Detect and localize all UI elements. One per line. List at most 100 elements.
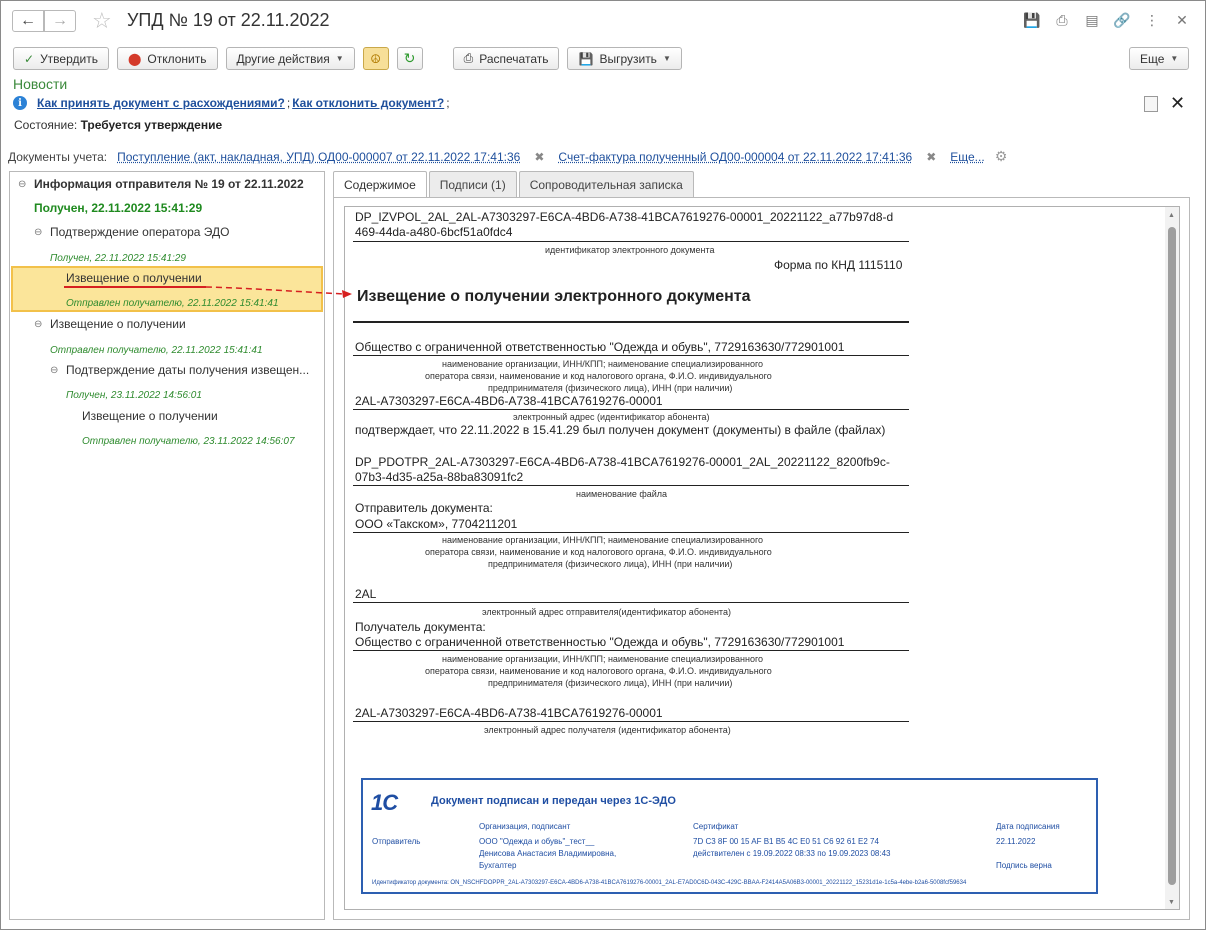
print-icon[interactable]: ⎙ — [1050, 10, 1074, 30]
document-title: УПД № 19 от 22.11.2022 — [127, 10, 330, 30]
divider — [353, 241, 909, 242]
tree-node[interactable]: ⊖ Информация отправителя № 19 от 22.11.2… — [18, 177, 304, 191]
reject-icon: ⬤ — [127, 51, 142, 66]
reject-button[interactable]: ⬤ Отклонить — [116, 47, 218, 70]
tree-node[interactable]: ⊖ Подтверждение оператора ЭДО — [34, 225, 230, 239]
menu-dots-icon[interactable]: ⋮ — [1140, 10, 1164, 30]
printer-icon: ⎙ — [463, 51, 474, 65]
stamp-cert-serial: 7D C3 8F 00 15 AF B1 B5 4C E0 51 C6 92 6… — [693, 837, 879, 846]
tab-signatures[interactable]: Подписи (1) — [428, 171, 517, 197]
field-caption: электронный адрес (идентификатор абонент… — [513, 412, 710, 422]
scroll-thumb[interactable] — [1168, 227, 1176, 885]
stamp-cert-validity: действителен с 19.09.2022 08:33 по 19.09… — [693, 849, 891, 858]
confirmation-text: подтверждает, что 22.11.2022 в 15.41.29 … — [355, 423, 886, 437]
back-arrow-icon[interactable]: ← — [12, 10, 44, 32]
file-name: DP_PDOTPR_2AL-A7303297-E6CA-4BD6-A738-41… — [355, 455, 890, 469]
gear-icon[interactable]: ⚙ — [995, 148, 1008, 165]
divider — [353, 602, 909, 603]
tree-node[interactable]: ⊖ Извещение о получении — [34, 317, 186, 331]
field-caption: оператора связи, наименование и код нало… — [425, 547, 772, 557]
info-actions: ✕ — [1144, 93, 1185, 114]
stamp-col-header: Организация, подписант — [479, 822, 571, 831]
document-scrollbar[interactable]: ▲ ▼ — [1165, 207, 1179, 909]
stamp-signer: Денисова Анастасия Владимировна, — [479, 849, 617, 858]
collapse-toggle-icon[interactable]: ⊖ — [50, 365, 58, 376]
stamp-col-header: Дата подписания — [996, 822, 1060, 831]
preview-icon[interactable]: ▤ — [1080, 10, 1104, 30]
tab-content[interactable]: Содержимое — [333, 171, 427, 198]
field-caption: предпринимателя (физического лица), ИНН … — [488, 678, 733, 688]
field-caption: идентификатор электронного документа — [545, 245, 715, 255]
tree-node-status: Отправлен получателю, 22.11.2022 15:41:4… — [50, 345, 263, 356]
field-caption: электронный адрес отправителя(идентифика… — [482, 607, 731, 617]
content-panel: DP_IZVPOL_2AL_2AL-A7303297-E6CA-4BD6-A73… — [333, 197, 1190, 920]
stamp-org: ООО "Одежда и обувь"_тест__ — [479, 837, 595, 846]
1c-logo: 1С — [371, 790, 398, 815]
accounting-doc-receipt-link[interactable]: Поступление (акт, накладная, УПД) ОД00-0… — [117, 150, 520, 164]
export-button[interactable]: 💾 Выгрузить ▼ — [567, 47, 682, 70]
stamp-sig-status: Подпись верна — [996, 861, 1052, 870]
favorite-star-icon[interactable]: ☆ — [92, 8, 112, 34]
refresh-button[interactable]: ↻ — [396, 47, 423, 70]
structure-button[interactable]: ☮ — [362, 47, 389, 70]
divider — [353, 721, 909, 722]
divider — [353, 532, 909, 533]
tree-node-status: Получен, 23.11.2022 14:56:01 — [66, 390, 202, 401]
approve-button[interactable]: ✓ Утвердить — [13, 47, 109, 70]
sender-label: Отправитель документа: — [355, 501, 493, 515]
remove-doc-icon[interactable]: ✖ — [534, 150, 544, 164]
title-actions: 💾 ⎙ ▤ 🔗 ⋮ ✕ — [1020, 10, 1194, 30]
accounting-docs-more-link[interactable]: Еще... — [950, 150, 984, 164]
electronic-address: 2AL-A7303297-E6CA-4BD6-A738-41BCA7619276… — [355, 394, 663, 408]
field-caption: оператора связи, наименование и код нало… — [425, 666, 772, 676]
doc-id-line: DP_IZVPOL_2AL_2AL-A7303297-E6CA-4BD6-A73… — [355, 210, 894, 224]
chevron-down-icon: ▼ — [662, 54, 671, 63]
content-tabs: Содержимое Подписи (1) Сопроводительная … — [333, 171, 696, 198]
stamp-sign-date: 22.11.2022 — [996, 837, 1036, 846]
remove-doc-icon[interactable]: ✖ — [926, 150, 936, 164]
news-link[interactable]: Новости — [13, 76, 67, 92]
file-name: 07b3-4d35-a25a-88ba83091fc2 — [355, 470, 524, 484]
collapse-toggle-icon[interactable]: ⊖ — [18, 179, 26, 190]
stamp-doc-id: Идентификатор документа: ON_NSCHFDOPPR_2… — [372, 880, 967, 886]
help-link-accept-discrepancy[interactable]: Как принять документ с расхождениями? — [37, 96, 285, 110]
forward-arrow-icon[interactable]: → — [44, 10, 76, 32]
form-code: Форма по КНД 1115110 — [774, 258, 903, 272]
save-icon[interactable]: 💾 — [1020, 10, 1044, 30]
accounting-doc-invoice-link[interactable]: Счет-фактура полученный ОД00-000004 от 2… — [558, 150, 912, 164]
tree-node[interactable]: Извещение о получении — [82, 409, 218, 423]
more-button[interactable]: Еще ▼ — [1129, 47, 1190, 70]
document-icon[interactable] — [1144, 95, 1158, 112]
doc-id-line: 469-44da-a480-6bcf51a0fdc4 — [355, 225, 513, 239]
recipient-address: 2AL-A7303297-E6CA-4BD6-A738-41BCA7619276… — [355, 706, 663, 720]
refresh-icon: ↻ — [403, 50, 416, 66]
chevron-down-icon: ▼ — [335, 54, 344, 63]
tab-cover-note[interactable]: Сопроводительная записка — [518, 171, 694, 197]
close-icon[interactable]: ✕ — [1170, 10, 1194, 30]
stamp-title: Документ подписан и передан через 1С-ЭДО — [431, 795, 676, 807]
sender: ООО «Такском», 7704211201 — [355, 517, 518, 531]
recipient-label: Получатель документа: — [355, 620, 486, 634]
print-button[interactable]: ⎙ Распечатать — [452, 47, 560, 70]
collapse-toggle-icon[interactable]: ⊖ — [34, 319, 42, 330]
link-icon[interactable]: 🔗 — [1110, 10, 1134, 30]
organization: Общество с ограниченной ответственностью… — [355, 340, 845, 354]
divider — [353, 321, 909, 323]
tree-node-selected[interactable]: Извещение о получении — [66, 271, 202, 285]
other-actions-button[interactable]: Другие действия ▼ — [225, 47, 355, 70]
recipient: Общество с ограниченной ответственностью… — [355, 635, 845, 649]
field-caption: наименование организации, ИНН/КПП; наиме… — [442, 535, 764, 545]
help-link-reject[interactable]: Как отклонить документ? — [292, 96, 444, 110]
tree-node-status: Получен, 22.11.2022 15:41:29 — [34, 201, 203, 215]
close-icon[interactable]: ✕ — [1170, 93, 1185, 114]
scroll-down-icon[interactable]: ▼ — [1168, 899, 1175, 906]
scroll-up-icon[interactable]: ▲ — [1168, 212, 1175, 219]
tree-node[interactable]: ⊖ Подтверждение даты получения извещен..… — [50, 363, 309, 377]
state-value: Требуется утверждение — [80, 118, 223, 132]
doc-heading: Извещение о получении электронного докум… — [357, 288, 751, 305]
info-icon: i — [13, 96, 27, 110]
tree-node-status: Отправлен получателю, 23.11.2022 14:56:0… — [82, 436, 295, 447]
chevron-down-icon: ▼ — [1170, 54, 1179, 63]
accounting-docs-line: Документы учета: Поступление (акт, накла… — [8, 148, 1008, 165]
collapse-toggle-icon[interactable]: ⊖ — [34, 227, 42, 238]
